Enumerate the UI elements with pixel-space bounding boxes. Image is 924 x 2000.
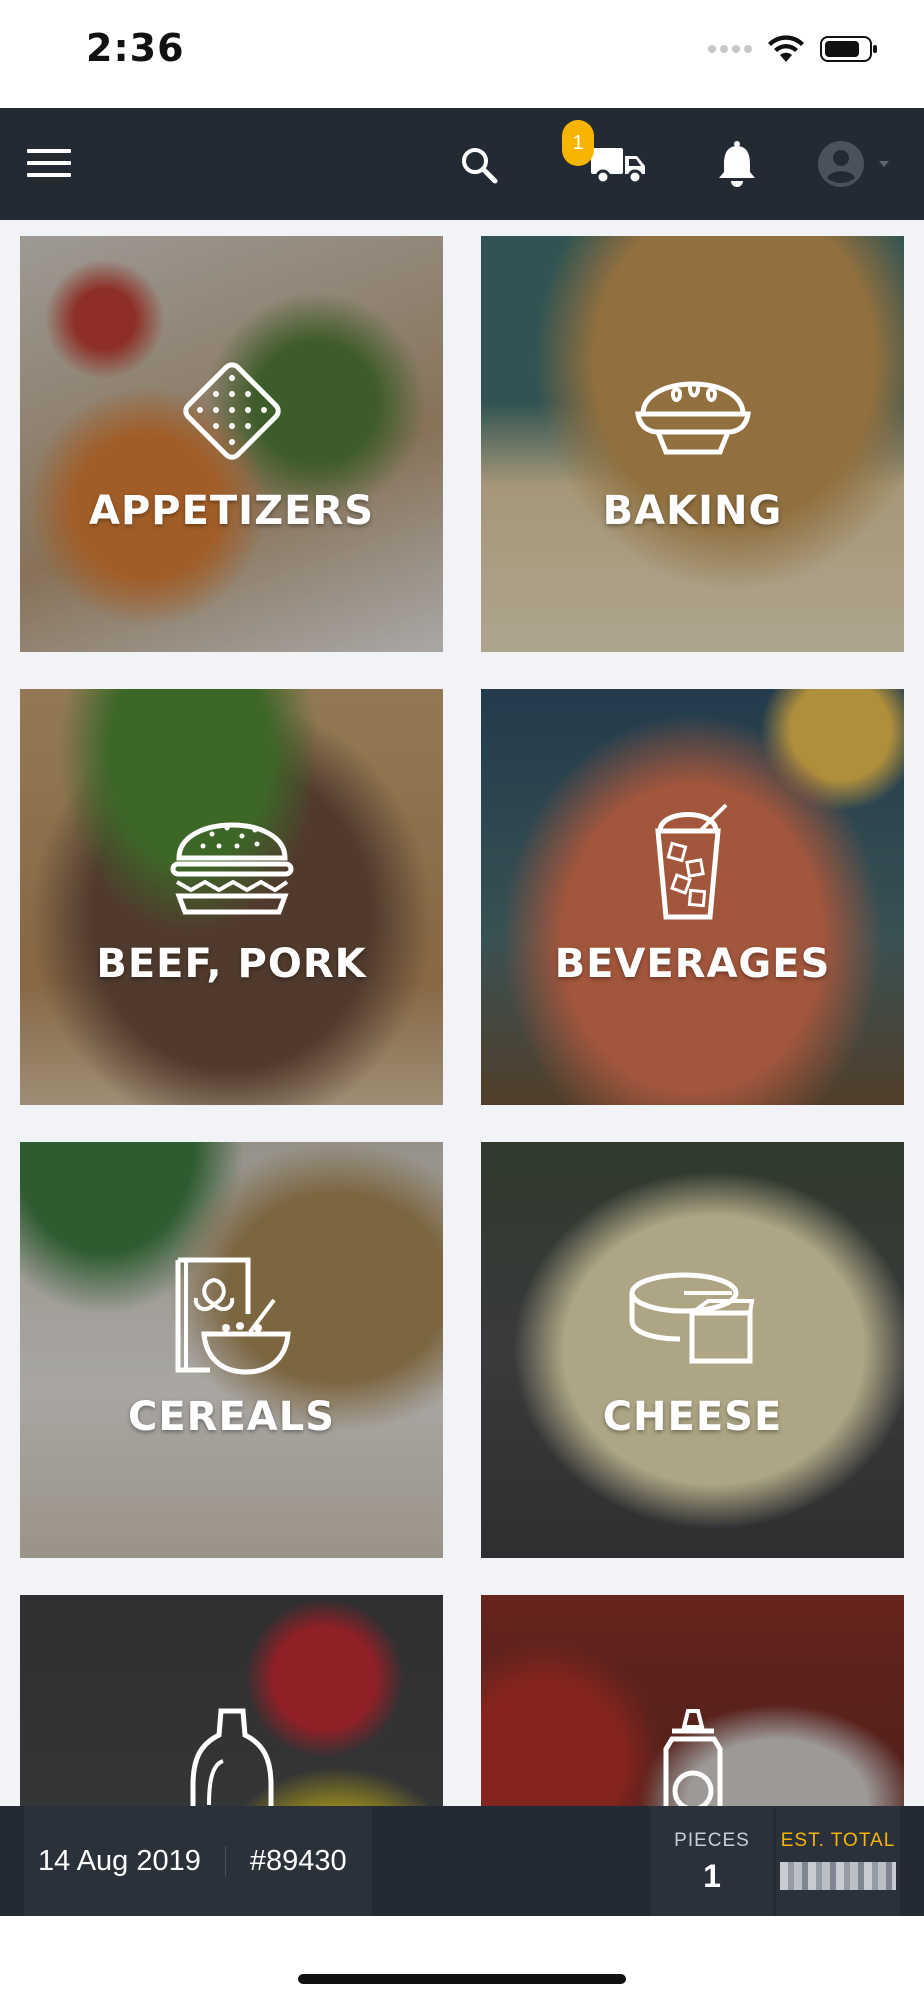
search-button[interactable] bbox=[454, 140, 504, 190]
category-grid: APPETIZERS BAKING BEEF, PORK BEVERAGES C… bbox=[20, 236, 904, 1806]
home-indicator[interactable] bbox=[298, 1974, 626, 1984]
burger-icon bbox=[20, 799, 443, 929]
home-indicator-area bbox=[0, 1916, 924, 2000]
category-tile-cleaning[interactable] bbox=[20, 1595, 443, 1806]
category-tile-appetizers[interactable]: APPETIZERS bbox=[20, 236, 443, 652]
top-nav-bar: 1 bbox=[0, 108, 924, 220]
redacted-total-value bbox=[780, 1862, 896, 1890]
notifications-button[interactable] bbox=[712, 136, 762, 192]
delivery-truck-icon bbox=[591, 148, 645, 185]
category-tile-condiments[interactable] bbox=[481, 1595, 904, 1806]
drink-glass-icon bbox=[481, 799, 904, 929]
category-label: BEVERAGES bbox=[554, 941, 831, 987]
category-tile-baking[interactable]: BAKING bbox=[481, 236, 904, 652]
pieces-label: PIECES bbox=[674, 1830, 750, 1851]
category-tile-beef-pork[interactable]: BEEF, PORK bbox=[20, 689, 443, 1105]
signal-dots-icon bbox=[708, 45, 752, 53]
sauce-bottle-icon bbox=[481, 1705, 904, 1806]
category-label: APPETIZERS bbox=[88, 488, 375, 534]
status-icons bbox=[708, 32, 878, 66]
status-bar: 2:36 bbox=[0, 0, 924, 108]
estimated-total[interactable]: EST. TOTAL bbox=[776, 1806, 900, 1916]
category-label: BEEF, PORK bbox=[96, 941, 367, 987]
category-tile-cheese[interactable]: CHEESE bbox=[481, 1142, 904, 1558]
order-info[interactable]: 14 Aug 2019 #89430 bbox=[24, 1806, 372, 1916]
cart-count-badge: 1 bbox=[562, 120, 594, 166]
account-menu-button[interactable] bbox=[806, 136, 902, 192]
category-tile-cereals[interactable]: CEREALS bbox=[20, 1142, 443, 1558]
pieces-summary[interactable]: PIECES 1 bbox=[650, 1806, 774, 1916]
order-summary-bar: 14 Aug 2019 #89430 PIECES 1 EST. TOTAL bbox=[0, 1806, 924, 1916]
category-tile-beverages[interactable]: BEVERAGES bbox=[481, 689, 904, 1105]
cracker-icon bbox=[20, 346, 443, 476]
search-icon bbox=[462, 148, 498, 184]
user-avatar-icon bbox=[818, 141, 864, 187]
bell-icon bbox=[719, 141, 755, 187]
delivery-cart-button[interactable]: 1 bbox=[562, 120, 650, 190]
detergent-bottle-icon bbox=[20, 1705, 443, 1806]
menu-button[interactable] bbox=[22, 138, 76, 188]
cheese-wheel-icon bbox=[481, 1252, 904, 1382]
pie-icon bbox=[481, 346, 904, 476]
status-time: 2:36 bbox=[86, 26, 185, 70]
wifi-icon bbox=[768, 35, 804, 62]
category-label: CEREALS bbox=[127, 1394, 336, 1440]
battery-icon bbox=[820, 36, 877, 62]
category-label: BAKING bbox=[602, 488, 783, 534]
chevron-down-icon bbox=[879, 161, 889, 167]
pieces-value: 1 bbox=[703, 1858, 721, 1894]
order-number: #89430 bbox=[249, 1844, 347, 1877]
order-date: 14 Aug 2019 bbox=[38, 1844, 201, 1877]
category-label: CHEESE bbox=[602, 1394, 783, 1440]
cereal-box-icon bbox=[20, 1252, 443, 1382]
total-label: EST. TOTAL bbox=[780, 1830, 896, 1851]
hamburger-menu-icon bbox=[27, 149, 71, 177]
divider bbox=[224, 1846, 226, 1876]
